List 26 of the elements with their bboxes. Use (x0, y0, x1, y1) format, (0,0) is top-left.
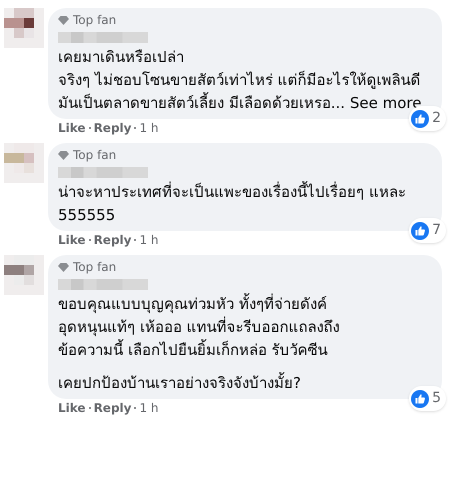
comment-text: เคยปกป้องบ้านเราอย่างจริงจังบ้างมั้ย? (58, 372, 302, 394)
timestamp: 1 h (139, 401, 159, 415)
top-fan-label: Top fan (73, 148, 116, 162)
thumbs-up-icon (411, 222, 430, 240)
like-link[interactable]: Like (58, 401, 86, 415)
reaction-count[interactable]: 5 (409, 386, 446, 411)
timestamp: 1 h (139, 121, 159, 135)
top-fan-label: Top fan (73, 260, 116, 274)
avatar (4, 8, 44, 48)
avatar (4, 143, 44, 183)
like-link[interactable]: Like (58, 121, 86, 135)
diamond-icon (58, 150, 69, 160)
like-link[interactable]: Like (58, 233, 86, 247)
diamond-icon (58, 262, 69, 272)
reaction-count[interactable]: 7 (409, 218, 446, 243)
comment-text: ขอบคุณแบบบุญคุณท่วมหัว ทั้งๆที่จ่ายดังค์ อุดหนุนแท้ๆ เห้อออ แทนที่จะรีบออกแถลงถึง ข้อความนี้ เลือกไปยืนยิ้มเก็กหล่อ รับวัคซีน (58, 293, 341, 361)
reply-link[interactable]: Reply (94, 233, 132, 247)
top-fan-label: Top fan (73, 13, 116, 27)
comment-text: น่าจะหาประเทศที่จะเป็นแพะของเรื่องนี้ไปเรื่อยๆ แหละ 555555 (58, 181, 407, 226)
diamond-icon (58, 16, 69, 24)
thumbs-up-icon (411, 390, 430, 408)
reply-link[interactable]: Reply (94, 121, 132, 135)
timestamp: 1 h (139, 233, 159, 247)
avatar (4, 255, 44, 295)
thumbs-up-icon (411, 110, 430, 128)
reply-link[interactable]: Reply (94, 401, 132, 415)
